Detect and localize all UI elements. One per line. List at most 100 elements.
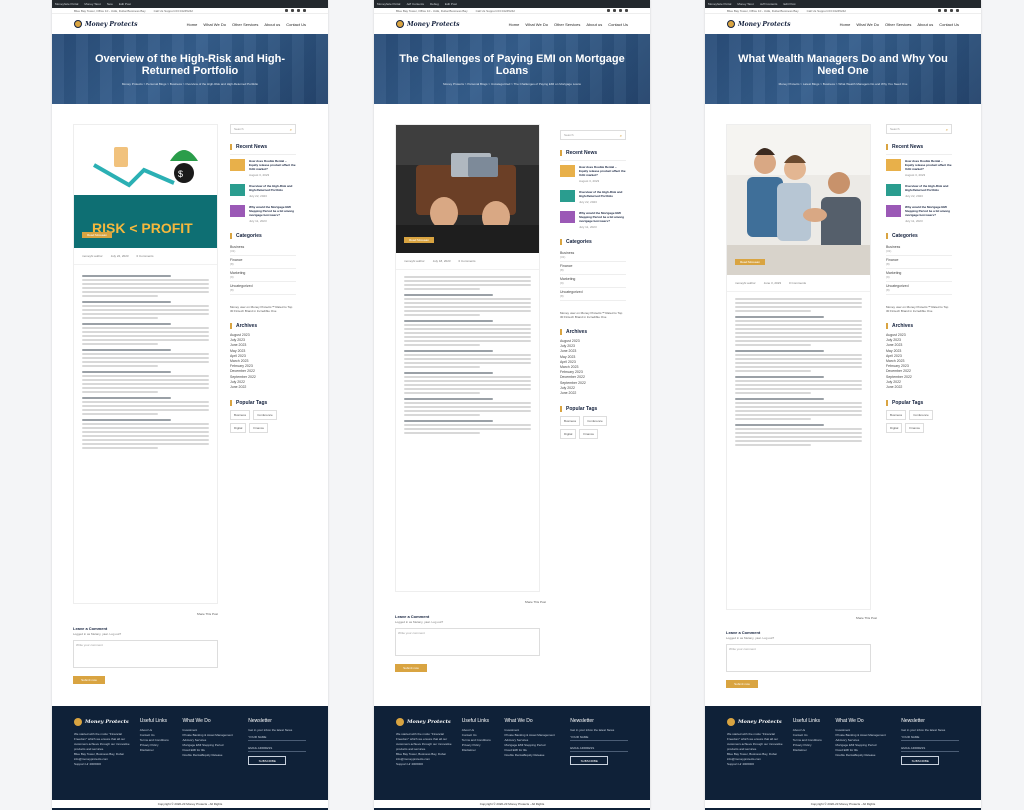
menu-item-home[interactable]: Home [840, 22, 851, 27]
menu-item-contact[interactable]: Contact Us [286, 22, 306, 27]
recent-news-item[interactable]: How does Double Rental – Equity release … [886, 159, 952, 177]
admin-bar-item[interactable]: Money Tarot [84, 2, 100, 6]
tag[interactable]: Conference [583, 416, 607, 427]
admin-bar-item[interactable]: Edit Post [445, 2, 457, 6]
category-item[interactable]: Marketing (9) [886, 269, 952, 282]
read-more-button[interactable]: Read Moreaan [82, 232, 112, 238]
recent-news-item[interactable]: Why would the Mortgage EMI Stepping Peri… [886, 205, 952, 223]
footer-link[interactable]: Disclaimer [462, 748, 497, 753]
category-item[interactable]: Uncategorized (8) [886, 282, 952, 295]
search-icon[interactable]: ⌕ [946, 127, 948, 132]
comment-textarea[interactable]: Write your comment [726, 644, 871, 672]
comment-textarea[interactable]: Write your comment [395, 628, 540, 656]
tag[interactable]: Conference [253, 410, 277, 421]
comment-textarea[interactable]: Write your comment [73, 640, 218, 668]
instagram-icon[interactable] [619, 9, 622, 12]
admin-bar-item[interactable]: Debug [430, 2, 439, 6]
breadcrumb[interactable]: Money Protects > Personal Blogs > Uncate… [443, 82, 581, 86]
search-input[interactable]: Search ⌕ [886, 124, 952, 134]
subscribe-button[interactable]: SUBSCRIBE [248, 756, 287, 765]
newsletter-email-input[interactable]: EMAIL ADDRESS [570, 744, 629, 752]
submit-button[interactable]: Submit now [726, 680, 758, 688]
news-title[interactable]: Overview of the High-Risk and High-Retur… [905, 184, 952, 192]
recent-comment[interactable]: Money user on Money Protects™ Rated to T… [886, 305, 952, 313]
news-thumbnail[interactable] [230, 159, 245, 171]
share-post-link[interactable]: Share This Post [856, 616, 877, 620]
news-title[interactable]: Overview of the High-Risk and High-Retur… [579, 190, 626, 198]
submit-button[interactable]: Submit now [395, 664, 427, 672]
tag[interactable]: Digital [886, 423, 903, 434]
menu-item-about[interactable]: About us [264, 22, 280, 27]
site-logo[interactable]: Money Protects [396, 20, 459, 28]
category-item[interactable]: Business (31) [230, 243, 296, 256]
tag[interactable]: Business [560, 416, 581, 427]
menu-item-about[interactable]: About us [917, 22, 933, 27]
tag[interactable]: Business [230, 410, 251, 421]
news-thumbnail[interactable] [886, 205, 901, 217]
post-comments[interactable]: 0 Comments [137, 254, 154, 258]
search-icon[interactable]: ⌕ [620, 133, 622, 138]
breadcrumb[interactable]: Money Protects > Latest Blogs > Business… [779, 82, 908, 86]
footer-logo[interactable]: Money Protects [396, 718, 454, 726]
news-thumbnail[interactable] [560, 190, 575, 202]
recent-news-item[interactable]: Overview of the High-Risk and High-Retur… [560, 190, 626, 204]
newsletter-name-input[interactable]: YOUR NAME [248, 733, 307, 741]
admin-bar-item[interactable]: Edit Post [119, 2, 131, 6]
menu-item-home[interactable]: Home [509, 22, 520, 27]
news-title[interactable]: How does Double Rental – Equity release … [249, 159, 296, 171]
category-item[interactable]: Uncategorized (8) [230, 282, 296, 295]
post-comments[interactable]: 0 Comments [459, 259, 476, 263]
menu-item-what-we-do[interactable]: What We Do [856, 22, 879, 27]
news-title[interactable]: Overview of the High-Risk and High-Retur… [249, 184, 296, 192]
news-thumbnail[interactable] [886, 184, 901, 196]
submit-button[interactable]: Submit now [73, 676, 105, 684]
newsletter-email-input[interactable]: EMAIL ADDRESS [901, 744, 960, 752]
category-item[interactable]: Uncategorized (8) [560, 288, 626, 301]
twitter-icon[interactable] [613, 9, 616, 12]
recent-news-item[interactable]: Why would the Mortgage EMI Stepping Peri… [230, 205, 296, 223]
site-logo[interactable]: Money Protects [74, 20, 137, 28]
footer-link[interactable]: Disclaimer [793, 748, 828, 753]
news-title[interactable]: How does Double Rental – Equity release … [905, 159, 952, 171]
archive-item[interactable]: June 2022 [230, 385, 296, 390]
news-title[interactable]: Why would the Mortgage EMI Stepping Peri… [905, 205, 952, 217]
logged-in-note[interactable]: Logged in as Melany, yaar. Log out? [73, 632, 218, 636]
news-thumbnail[interactable] [560, 211, 575, 223]
facebook-icon[interactable] [285, 9, 288, 12]
footer-link[interactable]: Double Rental/Equity Release [504, 753, 562, 758]
recent-news-item[interactable]: How does Double Rental – Equity release … [230, 159, 296, 177]
site-logo[interactable]: Money Protects [727, 20, 790, 28]
newsletter-email-input[interactable]: EMAIL ADDRESS [248, 744, 307, 752]
admin-bar-item[interactable]: New [107, 2, 113, 6]
tag[interactable]: Finance [905, 423, 925, 434]
newsletter-name-input[interactable]: YOUR NAME [901, 733, 960, 741]
footer-link[interactable]: Double Rental/Equity Release [835, 753, 893, 758]
menu-item-home[interactable]: Home [187, 22, 198, 27]
category-item[interactable]: Marketing (9) [230, 269, 296, 282]
footer-link[interactable]: Double Rental/Equity Release [182, 753, 240, 758]
category-item[interactable]: Finance (8) [886, 256, 952, 269]
phone-text[interactable]: Call Us Support 03 04245242 [154, 9, 193, 13]
share-post-link[interactable]: Share This Post [525, 600, 546, 604]
news-thumbnail[interactable] [230, 205, 245, 217]
news-title[interactable]: How does Double Rental – Equity release … [579, 165, 626, 177]
facebook-icon[interactable] [938, 9, 941, 12]
tag[interactable]: Finance [579, 429, 599, 440]
facebook-icon[interactable] [607, 9, 610, 12]
recent-comment[interactable]: Money user on Money Protects™ Rated to T… [230, 305, 296, 313]
recent-news-item[interactable]: Why would the Mortgage EMI Stepping Peri… [560, 211, 626, 229]
phone-text[interactable]: Call Us Support 03 04245242 [476, 9, 515, 13]
post-comments[interactable]: 0 Comments [789, 281, 806, 285]
admin-bar-item[interactable]: Moneyfaze Portal [708, 2, 731, 6]
category-item[interactable]: Finance (8) [560, 262, 626, 275]
admin-bar-item[interactable]: Money Tarot [737, 2, 753, 6]
menu-item-other-services[interactable]: Other Services [885, 22, 911, 27]
linkedin-icon[interactable] [303, 9, 306, 12]
logged-in-note[interactable]: Logged in as Melany, yaar. Log out? [726, 636, 871, 640]
logged-in-note[interactable]: Logged in as Melany, yaar. Log out? [395, 620, 540, 624]
news-thumbnail[interactable] [560, 165, 575, 177]
linkedin-icon[interactable] [956, 9, 959, 12]
footer-support[interactable]: Support Hr 4006000 [727, 762, 785, 767]
twitter-icon[interactable] [944, 9, 947, 12]
instagram-icon[interactable] [950, 9, 953, 12]
